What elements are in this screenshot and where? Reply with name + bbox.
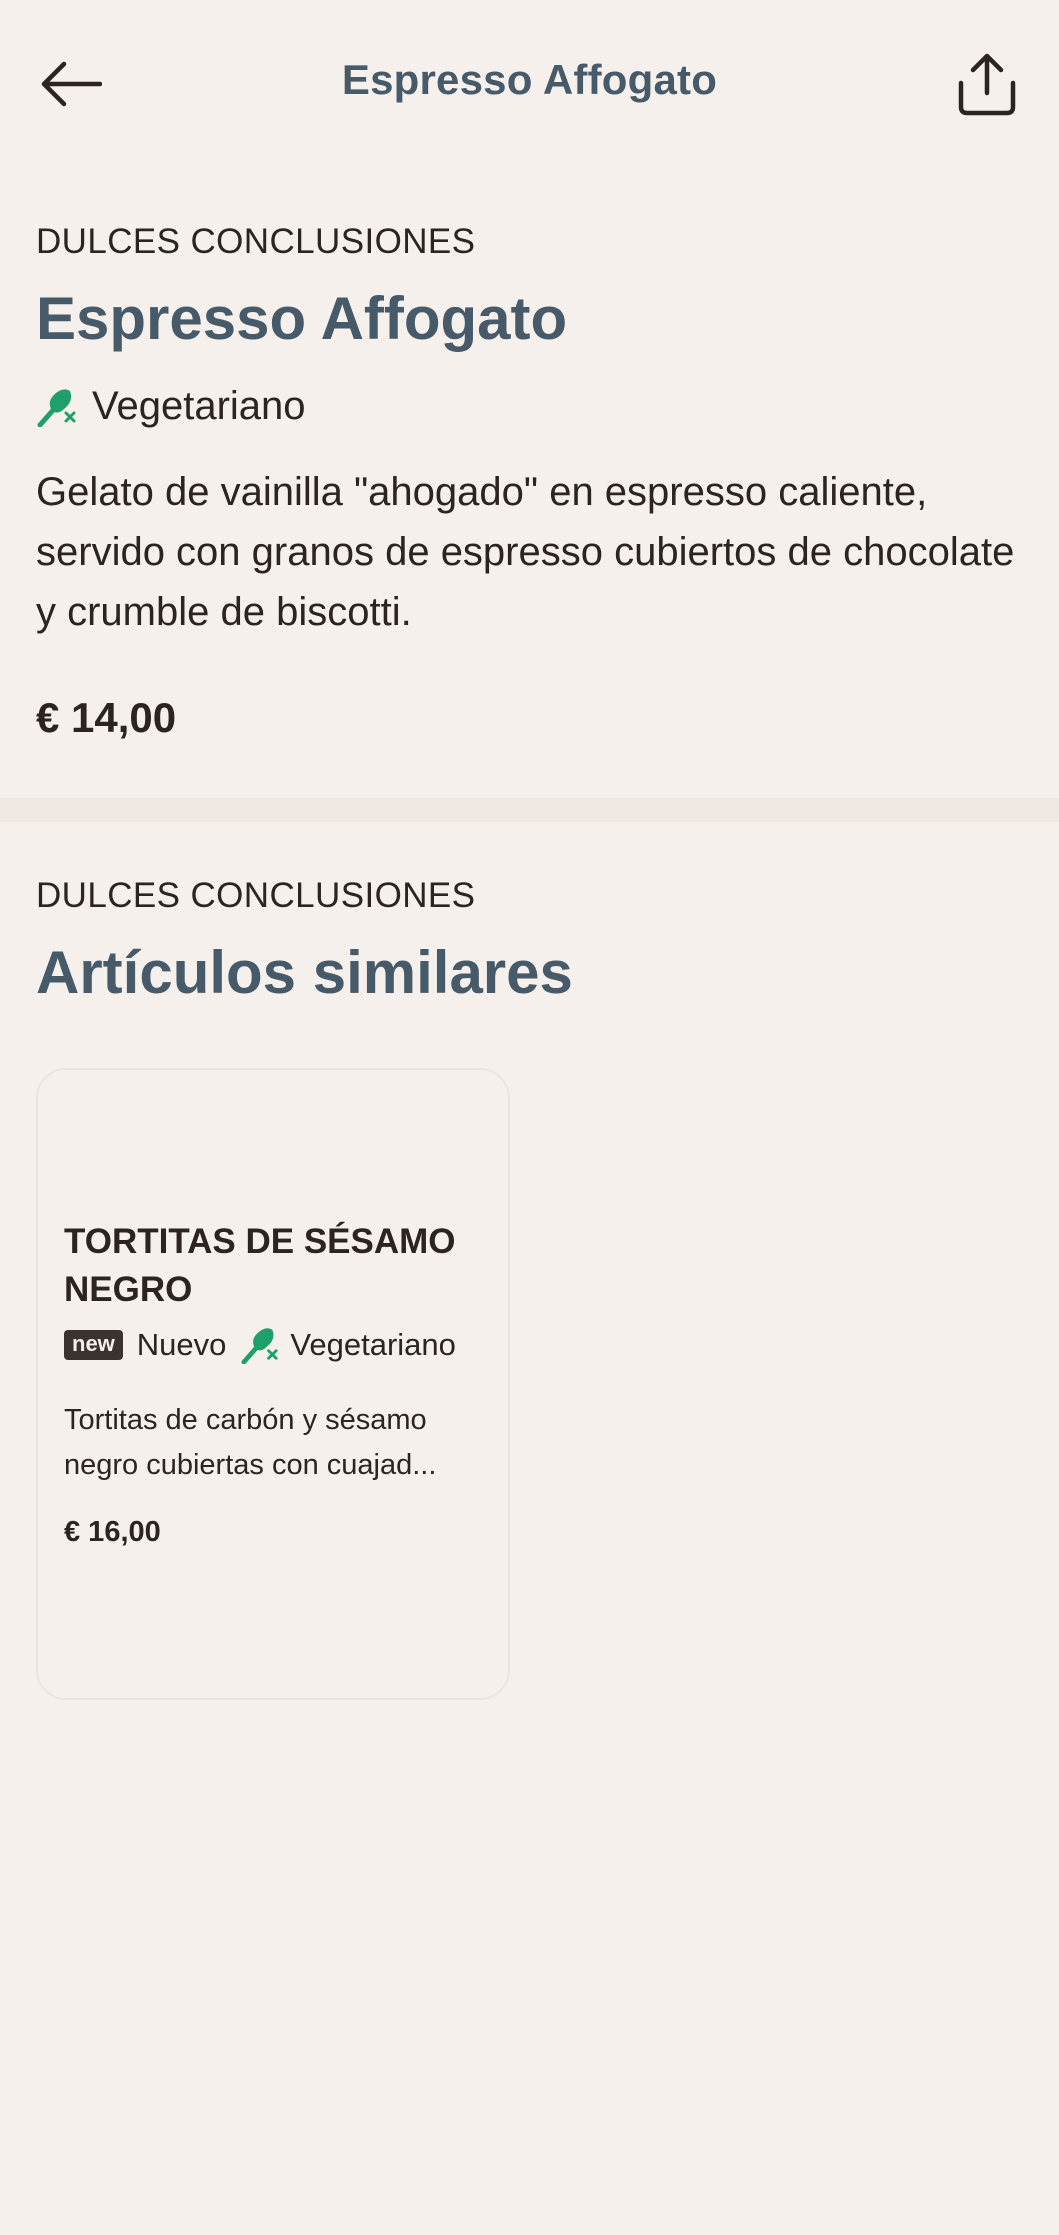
share-button[interactable] xyxy=(948,48,1026,122)
card-description: Tortitas de carbón y sésamo negro cubier… xyxy=(64,1404,437,1481)
vegetarian-icon xyxy=(37,388,76,427)
similar-title-wrap: Artículos similares xyxy=(36,938,1026,1007)
diet-tag: Vegetariano xyxy=(36,384,1026,429)
new-badge: new xyxy=(64,1330,123,1360)
top-bar: Espresso Affogato xyxy=(0,0,1059,168)
share-icon xyxy=(958,53,1016,116)
section-divider xyxy=(0,798,1059,822)
back-button[interactable] xyxy=(36,54,106,114)
vegetarian-icon xyxy=(241,1328,278,1364)
card-title: TORTITAS DE SÉSAMO NEGRO xyxy=(64,1222,456,1309)
item-price: € 14,00 xyxy=(36,694,177,741)
similar-category-label: DULCES CONCLUSIONES xyxy=(36,876,476,915)
similar-item-card[interactable]: TORTITAS DE SÉSAMO NEGRO new Nuevo Veget… xyxy=(36,1068,510,1700)
similar-category: DULCES CONCLUSIONES xyxy=(36,876,1026,916)
new-badge-label: Nuevo xyxy=(136,1327,227,1362)
arrow-left-icon xyxy=(41,61,102,107)
item-title: Espresso Affogato xyxy=(36,285,568,352)
diet-tag-label: Vegetariano xyxy=(92,384,306,428)
item-description: Gelato de vainilla "ahogado" en espresso… xyxy=(36,470,1015,634)
item-category: DULCES CONCLUSIONES xyxy=(36,222,1026,262)
item-title-wrap: Espresso Affogato xyxy=(36,284,1026,353)
card-tags: new Nuevo Vegetariano xyxy=(64,1326,456,1364)
page-title: Espresso Affogato xyxy=(341,56,718,103)
card-diet-tag: Vegetariano xyxy=(290,1327,456,1362)
similar-title: Artículos similares xyxy=(36,939,573,1006)
card-price: € 16,00 xyxy=(64,1516,161,1548)
item-category-label: DULCES CONCLUSIONES xyxy=(36,222,476,261)
